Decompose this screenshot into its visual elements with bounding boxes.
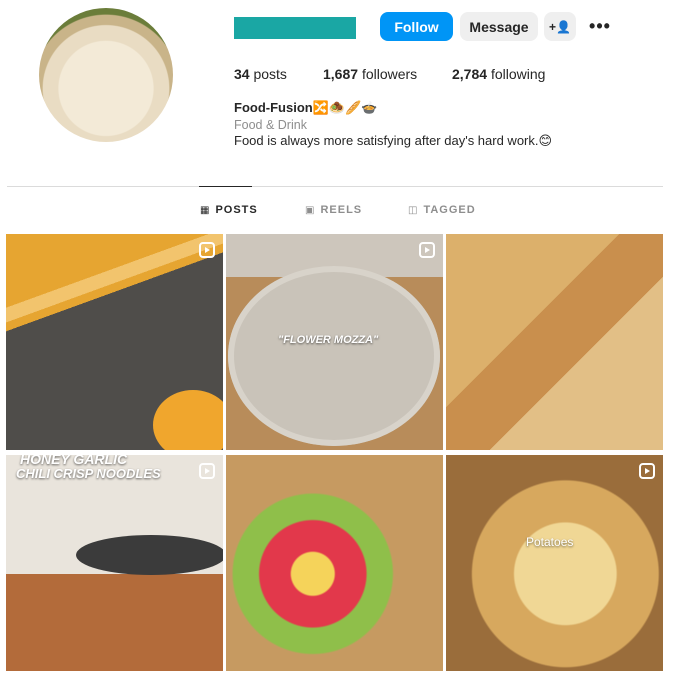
tab-tagged-label: TAGGED [423,204,476,216]
profile-bio: Food is always more satisfying after day… [234,133,553,148]
active-tab-indicator [199,186,252,187]
tagged-icon: ◫ [408,204,419,216]
more-icon: ••• [589,16,611,36]
post-tile[interactable]: Potatoes [446,455,663,671]
grid-icon: ▦ [200,204,211,216]
profile-avatar[interactable] [39,8,173,142]
tab-posts[interactable]: ▦ POSTS [200,204,258,216]
reel-icon [199,242,215,258]
tab-reels-label: REELS [320,204,363,216]
reel-icon [199,463,215,479]
tab-tagged[interactable]: ◫ TAGGED [408,204,476,216]
post-tile[interactable] [226,455,443,671]
reels-icon: ▣ [305,204,316,216]
post-tile[interactable]: "FLOWER MOZZA" [226,234,443,450]
post-image-plate [228,266,440,446]
post-overlay-text: Potatoes [526,535,574,549]
followers-stat[interactable]: 1,687 followers [323,66,417,82]
tabs-divider [7,186,663,187]
more-options-button[interactable]: ••• [585,12,615,41]
reel-icon [419,242,435,258]
suggest-people-button[interactable]: +👤 [544,12,576,41]
profile-display-name: Food-Fusion🔀🧆🥖🍲 [234,100,378,115]
add-person-icon: +👤 [549,19,571,34]
following-stat[interactable]: 2,784 following [452,66,545,82]
post-overlay-text: "FLOWER MOZZA" [278,334,379,346]
profile-category: Food & Drink [234,118,307,132]
tab-posts-label: POSTS [215,204,258,216]
post-tile[interactable] [446,234,663,450]
message-button[interactable]: Message [460,12,538,41]
post-image-pan [76,535,223,575]
post-tile[interactable]: HONEY GARLIC CHILI CRISP NOODLES [6,455,223,671]
reel-icon [639,463,655,479]
follow-button[interactable]: Follow [380,12,453,41]
posts-stat: 34 posts [234,66,287,82]
username-redacted [234,17,356,39]
tab-reels[interactable]: ▣ REELS [305,204,362,216]
post-overlay-text: CHILI CRISP NOODLES [16,466,161,481]
post-image-accent [153,390,223,450]
post-tile[interactable] [6,234,223,450]
